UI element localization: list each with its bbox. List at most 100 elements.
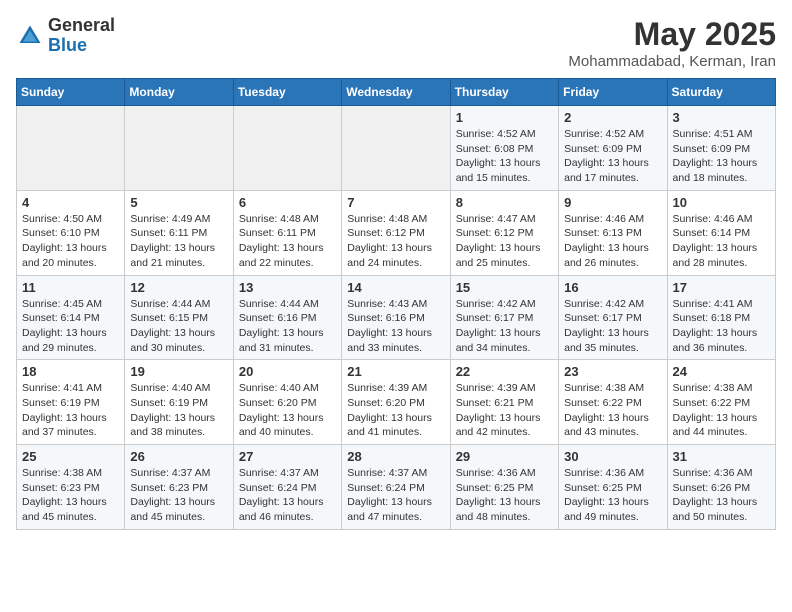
day-info: Sunrise: 4:39 AM Sunset: 6:21 PM Dayligh… <box>456 381 553 440</box>
calendar-cell: 8Sunrise: 4:47 AM Sunset: 6:12 PM Daylig… <box>450 190 558 275</box>
calendar-cell: 11 Sunrise: 4:45 AM Sunset: 6:14 PM Dayli… <box>17 275 125 360</box>
day-number: 27 <box>239 449 336 464</box>
weekday-header: Friday <box>559 79 667 106</box>
day-info: Sunrise: 4:42 AM Sunset: 6:17 PM Dayligh… <box>564 297 661 356</box>
day-info: Sunrise: 4:49 AM Sunset: 6:11 PM Dayligh… <box>130 212 227 271</box>
day-number: 30 <box>564 449 661 464</box>
day-info: Sunrise: 4:37 AM Sunset: 6:24 PM Dayligh… <box>347 466 444 525</box>
day-info: Sunrise: 4:43 AM Sunset: 6:16 PM Dayligh… <box>347 297 444 356</box>
day-info: Sunrise: 4:41 AM Sunset: 6:18 PM Dayligh… <box>673 297 770 356</box>
calendar-week-row: 25 Sunrise: 4:38 AM Sunset: 6:23 PM Dayli… <box>17 445 776 530</box>
calendar-cell: 14 Sunrise: 4:43 AM Sunset: 6:16 PM Dayli… <box>342 275 450 360</box>
day-number: 4 <box>22 195 119 210</box>
day-number: 5 <box>130 195 227 210</box>
day-info: Sunrise: 4:42 AM Sunset: 6:17 PM Dayligh… <box>456 297 553 356</box>
calendar-cell: 6 Sunrise: 4:48 AM Sunset: 6:11 PM Daylig… <box>233 190 341 275</box>
calendar-cell: 24 Sunrise: 4:38 AM Sunset: 6:22 PM Dayli… <box>667 360 775 445</box>
day-info: Sunrise: 4:46 AM Sunset: 6:14 PM Dayligh… <box>673 212 770 271</box>
day-number: 9 <box>564 195 661 210</box>
day-info: Sunrise: 4:51 AM Sunset: 6:09 PM Dayligh… <box>673 127 770 186</box>
day-info: Sunrise: 4:37 AM Sunset: 6:23 PM Dayligh… <box>130 466 227 525</box>
day-number: 23 <box>564 364 661 379</box>
calendar-cell: 28Sunrise: 4:37 AM Sunset: 6:24 PM Dayli… <box>342 445 450 530</box>
calendar-cell: 9 Sunrise: 4:46 AM Sunset: 6:13 PM Daylig… <box>559 190 667 275</box>
day-number: 24 <box>673 364 770 379</box>
calendar-week-row: 18 Sunrise: 4:41 AM Sunset: 6:19 PM Dayli… <box>17 360 776 445</box>
calendar-cell: 20 Sunrise: 4:40 AM Sunset: 6:20 PM Dayli… <box>233 360 341 445</box>
day-number: 6 <box>239 195 336 210</box>
day-number: 11 <box>22 280 119 295</box>
calendar-cell: 12 Sunrise: 4:44 AM Sunset: 6:15 PM Dayli… <box>125 275 233 360</box>
day-info: Sunrise: 4:47 AM Sunset: 6:12 PM Dayligh… <box>456 212 553 271</box>
weekday-header: Monday <box>125 79 233 106</box>
day-info: Sunrise: 4:36 AM Sunset: 6:25 PM Dayligh… <box>456 466 553 525</box>
day-number: 16 <box>564 280 661 295</box>
day-info: Sunrise: 4:38 AM Sunset: 6:22 PM Dayligh… <box>564 381 661 440</box>
weekday-header: Thursday <box>450 79 558 106</box>
calendar-cell <box>17 106 125 191</box>
day-info: Sunrise: 4:41 AM Sunset: 6:19 PM Dayligh… <box>22 381 119 440</box>
weekday-header: Sunday <box>17 79 125 106</box>
calendar-cell: 25 Sunrise: 4:38 AM Sunset: 6:23 PM Dayli… <box>17 445 125 530</box>
calendar-cell: 23 Sunrise: 4:38 AM Sunset: 6:22 PM Dayli… <box>559 360 667 445</box>
calendar-cell: 7Sunrise: 4:48 AM Sunset: 6:12 PM Daylig… <box>342 190 450 275</box>
calendar-cell: 3 Sunrise: 4:51 AM Sunset: 6:09 PM Daylig… <box>667 106 775 191</box>
calendar-cell: 4 Sunrise: 4:50 AM Sunset: 6:10 PM Daylig… <box>17 190 125 275</box>
location: Mohammadabad, Kerman, Iran <box>568 53 776 70</box>
calendar-cell: 31Sunrise: 4:36 AM Sunset: 6:26 PM Dayli… <box>667 445 775 530</box>
day-info: Sunrise: 4:44 AM Sunset: 6:15 PM Dayligh… <box>130 297 227 356</box>
calendar-cell: 17 Sunrise: 4:41 AM Sunset: 6:18 PM Dayli… <box>667 275 775 360</box>
calendar-cell: 27Sunrise: 4:37 AM Sunset: 6:24 PM Dayli… <box>233 445 341 530</box>
day-number: 14 <box>347 280 444 295</box>
calendar-week-row: 4 Sunrise: 4:50 AM Sunset: 6:10 PM Daylig… <box>17 190 776 275</box>
day-number: 15 <box>456 280 553 295</box>
month-year: May 2025 <box>568 16 776 53</box>
weekday-header: Tuesday <box>233 79 341 106</box>
day-info: Sunrise: 4:50 AM Sunset: 6:10 PM Dayligh… <box>22 212 119 271</box>
day-info: Sunrise: 4:38 AM Sunset: 6:23 PM Dayligh… <box>22 466 119 525</box>
day-number: 21 <box>347 364 444 379</box>
day-number: 20 <box>239 364 336 379</box>
day-info: Sunrise: 4:44 AM Sunset: 6:16 PM Dayligh… <box>239 297 336 356</box>
logo-icon <box>16 22 44 50</box>
day-number: 7 <box>347 195 444 210</box>
calendar-cell: 13Sunrise: 4:44 AM Sunset: 6:16 PM Dayli… <box>233 275 341 360</box>
day-info: Sunrise: 4:46 AM Sunset: 6:13 PM Dayligh… <box>564 212 661 271</box>
day-info: Sunrise: 4:40 AM Sunset: 6:20 PM Dayligh… <box>239 381 336 440</box>
day-info: Sunrise: 4:45 AM Sunset: 6:14 PM Dayligh… <box>22 297 119 356</box>
calendar-cell <box>342 106 450 191</box>
calendar-cell: 2Sunrise: 4:52 AM Sunset: 6:09 PM Daylig… <box>559 106 667 191</box>
day-info: Sunrise: 4:38 AM Sunset: 6:22 PM Dayligh… <box>673 381 770 440</box>
day-info: Sunrise: 4:39 AM Sunset: 6:20 PM Dayligh… <box>347 381 444 440</box>
calendar-cell: 21 Sunrise: 4:39 AM Sunset: 6:20 PM Dayli… <box>342 360 450 445</box>
logo-text: General Blue <box>48 16 115 56</box>
calendar-cell: 18 Sunrise: 4:41 AM Sunset: 6:19 PM Dayli… <box>17 360 125 445</box>
weekday-header-row: SundayMondayTuesdayWednesdayThursdayFrid… <box>17 79 776 106</box>
day-number: 1 <box>456 110 553 125</box>
day-info: Sunrise: 4:52 AM Sunset: 6:08 PM Dayligh… <box>456 127 553 186</box>
day-number: 25 <box>22 449 119 464</box>
page-header: General Blue May 2025 Mohammadabad, Kerm… <box>16 16 776 70</box>
day-number: 2 <box>564 110 661 125</box>
calendar-cell: 5 Sunrise: 4:49 AM Sunset: 6:11 PM Daylig… <box>125 190 233 275</box>
calendar-week-row: 11 Sunrise: 4:45 AM Sunset: 6:14 PM Dayli… <box>17 275 776 360</box>
day-info: Sunrise: 4:36 AM Sunset: 6:25 PM Dayligh… <box>564 466 661 525</box>
calendar-cell: 22 Sunrise: 4:39 AM Sunset: 6:21 PM Dayli… <box>450 360 558 445</box>
calendar-table: SundayMondayTuesdayWednesdayThursdayFrid… <box>16 78 776 530</box>
calendar-week-row: 1 Sunrise: 4:52 AM Sunset: 6:08 PM Daylig… <box>17 106 776 191</box>
calendar-cell: 26Sunrise: 4:37 AM Sunset: 6:23 PM Dayli… <box>125 445 233 530</box>
day-number: 18 <box>22 364 119 379</box>
calendar-cell: 15 Sunrise: 4:42 AM Sunset: 6:17 PM Dayli… <box>450 275 558 360</box>
calendar-cell: 16 Sunrise: 4:42 AM Sunset: 6:17 PM Dayli… <box>559 275 667 360</box>
day-number: 12 <box>130 280 227 295</box>
day-number: 3 <box>673 110 770 125</box>
calendar-cell: 30 Sunrise: 4:36 AM Sunset: 6:25 PM Dayli… <box>559 445 667 530</box>
weekday-header: Saturday <box>667 79 775 106</box>
day-number: 22 <box>456 364 553 379</box>
calendar-cell: 19 Sunrise: 4:40 AM Sunset: 6:19 PM Dayli… <box>125 360 233 445</box>
day-number: 17 <box>673 280 770 295</box>
day-info: Sunrise: 4:48 AM Sunset: 6:11 PM Dayligh… <box>239 212 336 271</box>
title-block: May 2025 Mohammadabad, Kerman, Iran <box>568 16 776 70</box>
day-number: 19 <box>130 364 227 379</box>
day-info: Sunrise: 4:40 AM Sunset: 6:19 PM Dayligh… <box>130 381 227 440</box>
